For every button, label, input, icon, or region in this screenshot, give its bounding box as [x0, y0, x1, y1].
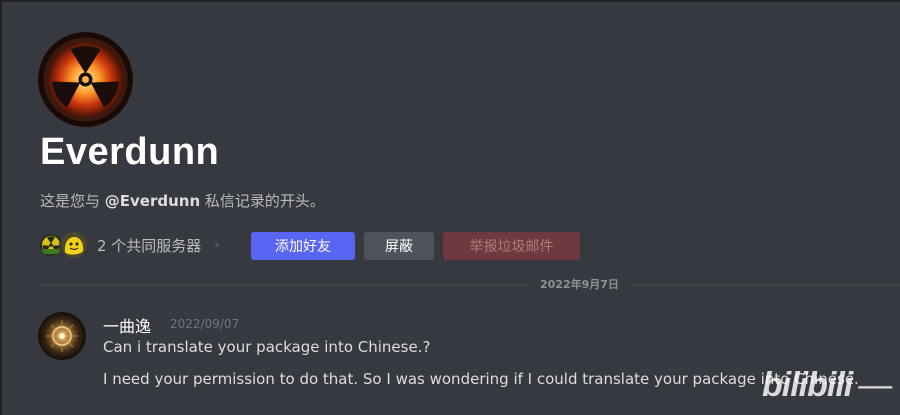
message-timestamp: 2022/09/07 — [170, 317, 240, 331]
message-author-avatar[interactable] — [38, 312, 86, 360]
date-divider: 2022年9月7日 — [530, 277, 629, 293]
mutual-servers-label: 2 个共同服务器 — [97, 236, 202, 255]
user-avatar[interactable] — [38, 32, 133, 127]
author-avatar-icon — [38, 312, 86, 360]
intro-suffix: 私信记录的开头。 — [200, 192, 325, 210]
block-button[interactable]: 屏蔽 — [364, 232, 434, 260]
dm-intro-text: 这是您与 @Everdunn 私信记录的开头。 — [40, 190, 325, 211]
bilibili-watermark: bilibili — — [762, 366, 892, 404]
separator-dot — [215, 243, 220, 247]
mutual-servers[interactable]: 2 个共同服务器 — [40, 230, 220, 260]
radiation-fire-avatar-icon — [38, 32, 133, 127]
watermark-dash: — — [858, 366, 892, 404]
intro-prefix: 这是您与 — [40, 192, 105, 210]
dm-channel: Everdunn 这是您与 @Everdunn 私信记录的开头。 2 个共同服务… — [2, 2, 900, 415]
user-mention[interactable]: @Everdunn — [105, 192, 200, 210]
watermark-logo-text: bilibili — [762, 366, 853, 404]
message-text-line: Can i translate your package into Chines… — [103, 338, 431, 356]
date-divider-line — [40, 285, 900, 286]
yellow-blob-server-icon — [59, 230, 89, 260]
add-friend-button[interactable]: 添加好友 — [251, 232, 355, 260]
message-author-name[interactable]: 一曲逸 — [103, 313, 151, 337]
message-text-line: I need your permission to do that. So I … — [103, 370, 859, 388]
profile-username: Everdunn — [40, 131, 220, 173]
report-spam-button[interactable]: 举报垃圾邮件 — [443, 232, 580, 260]
